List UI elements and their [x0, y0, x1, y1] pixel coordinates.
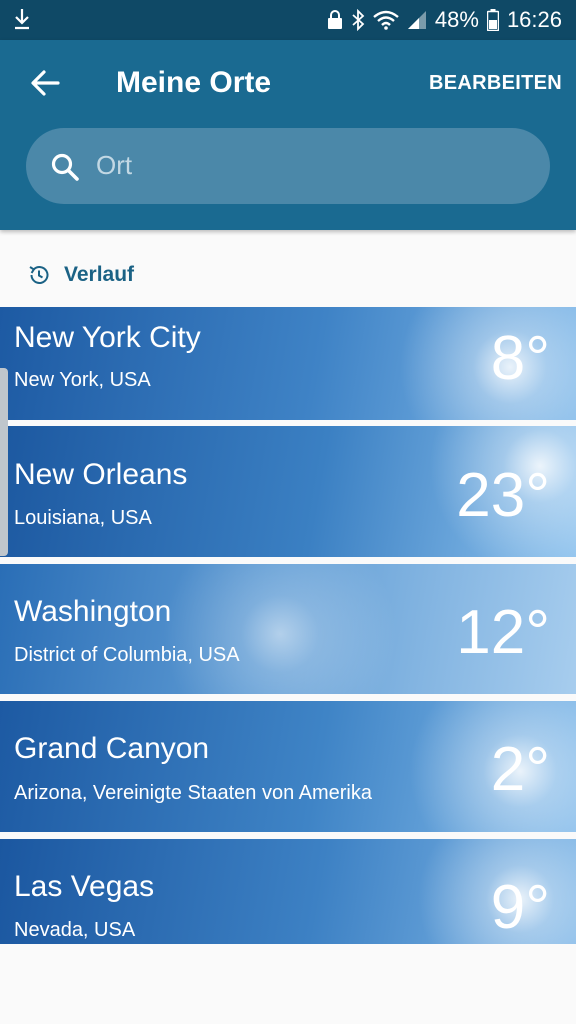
location-card[interactable]: Grand Canyon Arizona, Vereinigte Staaten… [0, 701, 576, 832]
temperature: 9° [490, 873, 550, 942]
city-name: Grand Canyon [14, 732, 210, 765]
temperature: 8° [490, 324, 550, 393]
history-label: Verlauf [64, 263, 135, 286]
signal-icon [407, 11, 426, 29]
wifi-icon [373, 10, 399, 30]
city-name: New York City [14, 321, 201, 354]
region-name: Louisiana, USA [14, 507, 152, 529]
page-title: Meine Orte [116, 66, 272, 99]
search-input[interactable]: Ort [96, 150, 132, 181]
download-icon [15, 9, 29, 30]
location-card[interactable]: Washington District of Columbia, USA 12° [0, 564, 576, 694]
region-name: Arizona, Vereinigte Staaten von Amerika [14, 782, 372, 804]
app-bar: Meine Orte BEARBEITEN Ort [0, 40, 576, 230]
cloud-haze [120, 564, 440, 694]
battery-icon [486, 9, 499, 31]
location-card[interactable]: New York City New York, USA 8° [0, 307, 576, 420]
region-name: New York, USA [14, 369, 151, 391]
location-card[interactable]: New Orleans Louisiana, USA 23° [0, 426, 576, 557]
history-icon [29, 266, 49, 284]
battery-percentage: 48% [434, 7, 479, 32]
bluetooth-icon [352, 9, 365, 31]
location-card[interactable]: Las Vegas Nevada, USA 9° [0, 839, 576, 944]
scroll-indicator[interactable] [0, 368, 8, 556]
back-arrow-icon[interactable] [26, 64, 64, 102]
region-name: District of Columbia, USA [14, 644, 240, 666]
history-header[interactable]: Verlauf [0, 254, 576, 298]
clock: 16:26 [506, 7, 562, 32]
city-name: Las Vegas [14, 870, 155, 903]
city-name: Washington [14, 595, 172, 628]
lock-icon [327, 10, 342, 29]
region-name: Nevada, USA [14, 919, 136, 941]
city-name: New Orleans [14, 458, 188, 491]
edit-button[interactable]: BEARBEITEN [429, 72, 562, 95]
status-bar: 48% 16:26 [0, 0, 576, 40]
temperature: 12° [456, 598, 550, 667]
temperature: 23° [456, 461, 550, 530]
temperature: 2° [490, 735, 550, 804]
search-field[interactable]: Ort [26, 128, 550, 204]
search-icon [51, 153, 79, 181]
